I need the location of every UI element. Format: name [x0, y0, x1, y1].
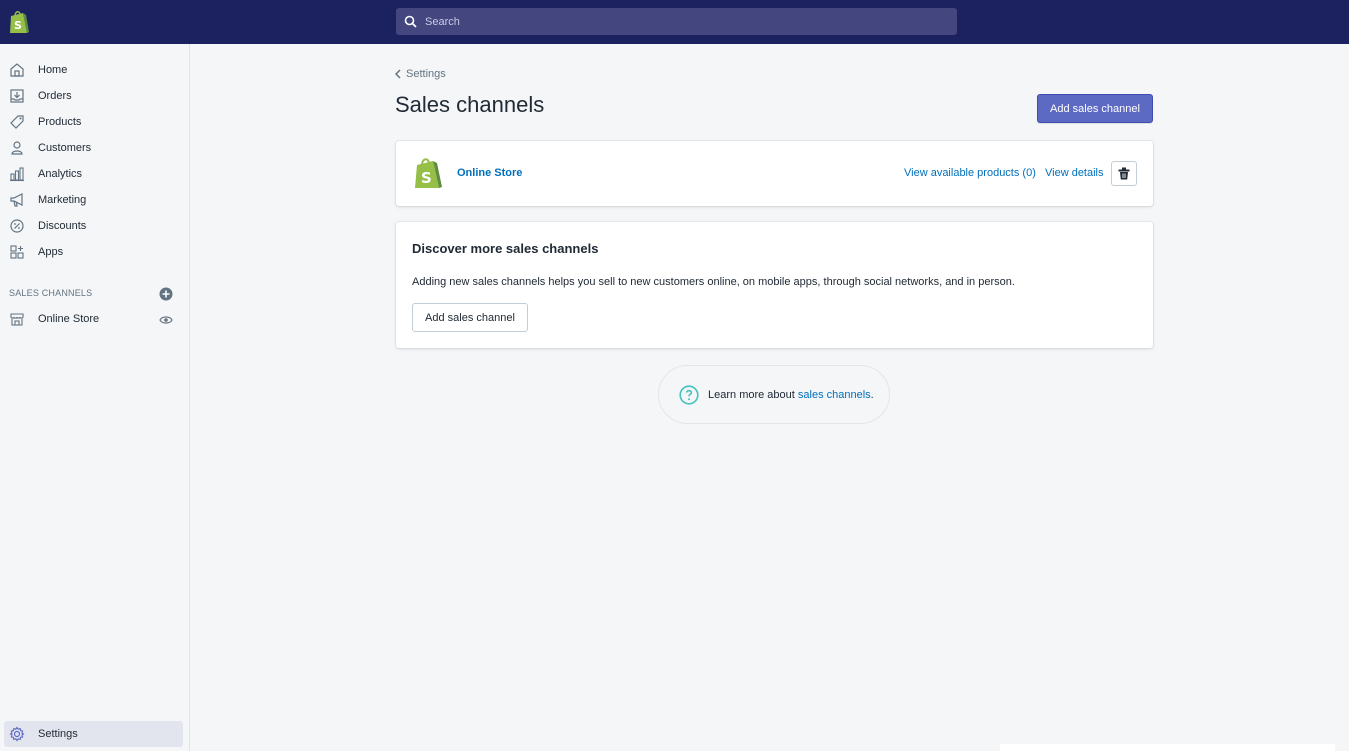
sidebar-item-apps[interactable]: Apps: [0, 239, 190, 265]
view-available-products-link[interactable]: View available products (0): [904, 167, 1036, 179]
add-sales-channel-secondary-button[interactable]: Add sales channel: [412, 303, 528, 332]
online-store-card: S Online Store View available products (…: [396, 141, 1153, 206]
sidebar-item-label: Discounts: [38, 220, 87, 232]
sales-channels-heading: SALES CHANNELS: [9, 288, 93, 298]
person-icon: [8, 139, 26, 157]
shopify-logo-icon[interactable]: S: [8, 9, 30, 35]
add-channel-icon[interactable]: [159, 287, 173, 301]
learn-more-text: Learn more about sales channels.: [708, 389, 874, 401]
apps-icon: [8, 243, 26, 261]
sidebar-item-home[interactable]: Home: [0, 57, 190, 83]
sidebar-item-label: Analytics: [38, 168, 83, 180]
sidebar-item-settings[interactable]: Settings: [4, 721, 183, 747]
sidebar-item-label: Marketing: [38, 194, 87, 206]
breadcrumb-label: Settings: [406, 68, 446, 80]
home-icon: [8, 61, 26, 79]
top-bar: S Search: [0, 0, 1349, 44]
svg-text:S: S: [421, 169, 432, 187]
trash-icon: [1118, 167, 1130, 180]
learn-more-prefix: Learn more about: [708, 388, 798, 401]
sidebar-item-label: Orders: [38, 90, 72, 102]
sidebar-item-label: Customers: [38, 142, 92, 154]
channel-name-link[interactable]: Online Store: [457, 167, 522, 179]
help-circle-icon: [679, 384, 699, 405]
bar-chart-icon: [8, 165, 26, 183]
search-placeholder[interactable]: Search: [425, 16, 460, 28]
sidebar-item-customers[interactable]: Customers: [0, 135, 190, 161]
orders-icon: [8, 87, 26, 105]
page-title: Sales channels: [395, 92, 545, 117]
sidebar-item-label: Online Store: [38, 313, 100, 325]
sidebar-item-discounts[interactable]: Discounts: [0, 213, 190, 239]
shopify-bag-icon: S: [415, 158, 442, 188]
discover-title: Discover more sales channels: [412, 241, 599, 256]
add-sales-channel-button[interactable]: Add sales channel: [1037, 94, 1153, 123]
store-icon: [8, 310, 26, 328]
sidebar-item-analytics[interactable]: Analytics: [0, 161, 190, 187]
search-bar[interactable]: Search: [396, 8, 957, 35]
sidebar: Home Orders Products Customers Analytics…: [0, 44, 190, 751]
sidebar-item-label: Home: [38, 64, 68, 76]
sidebar-item-products[interactable]: Products: [0, 109, 190, 135]
discover-channels-card: Discover more sales channels Adding new …: [396, 222, 1153, 348]
chevron-left-icon: [395, 69, 401, 79]
bottom-panel-edge: [1000, 744, 1335, 751]
tag-icon: [8, 113, 26, 131]
sidebar-item-orders[interactable]: Orders: [0, 83, 190, 109]
sidebar-item-label: Apps: [38, 246, 64, 258]
discount-icon: [8, 217, 26, 235]
sales-channels-link[interactable]: sales channels: [798, 389, 871, 401]
sidebar-item-label: Settings: [38, 728, 78, 740]
view-details-link[interactable]: View details: [1045, 167, 1104, 179]
megaphone-icon: [8, 191, 26, 209]
breadcrumb-back[interactable]: Settings: [395, 68, 446, 80]
learn-more-callout: Learn more about sales channels.: [658, 365, 890, 424]
eye-icon[interactable]: [159, 314, 173, 326]
sidebar-item-marketing[interactable]: Marketing: [0, 187, 190, 213]
learn-more-suffix: .: [870, 388, 874, 401]
search-icon: [404, 15, 417, 28]
sidebar-item-label: Products: [38, 116, 82, 128]
svg-text:S: S: [14, 19, 22, 32]
delete-channel-button[interactable]: [1111, 161, 1137, 186]
discover-description: Adding new sales channels helps you sell…: [412, 276, 1015, 288]
gear-icon: [8, 725, 26, 743]
